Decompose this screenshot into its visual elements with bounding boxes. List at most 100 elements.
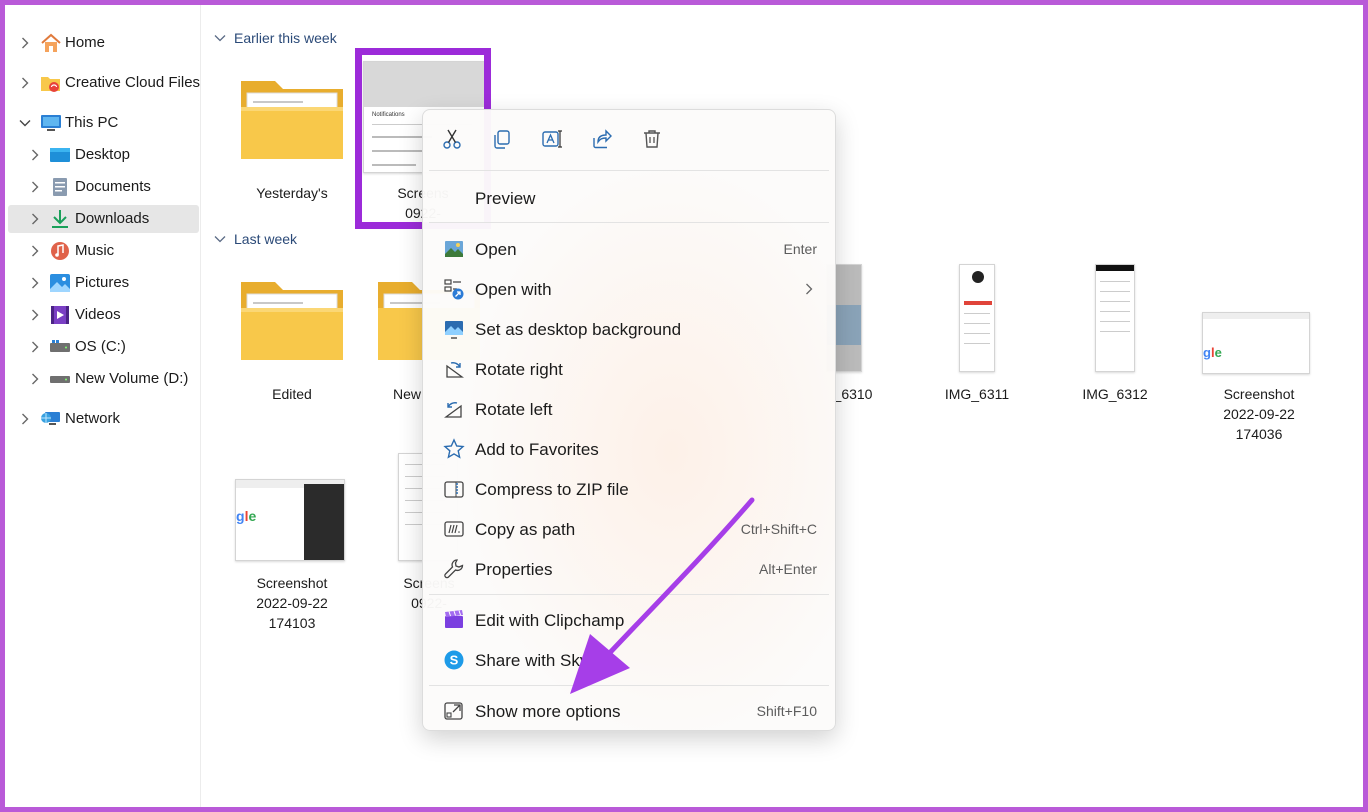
image-thumbnail: gle — [1202, 312, 1310, 374]
menu-item-label: Properties — [475, 560, 553, 579]
file-item-screenshot-174036[interactable]: gle Screenshot 2022-09-22 174036 — [1194, 264, 1324, 454]
file-name-line: Screenshot — [256, 575, 328, 591]
folder-icon — [239, 274, 345, 360]
navigation-pane: Home Creative Cloud Files This PC Deskto… — [5, 5, 201, 807]
sidebar-item-label: Videos — [75, 306, 121, 323]
chevron-right-icon[interactable] — [27, 371, 43, 387]
chevron-right-icon — [806, 283, 813, 295]
menu-item-rotate-left[interactable]: Rotate left — [429, 390, 831, 428]
chevron-right-icon[interactable] — [17, 411, 33, 427]
file-item-img-6311[interactable]: IMG_6311 — [912, 264, 1042, 414]
context-menu: Preview Open Enter Open with Set as desk… — [422, 109, 836, 731]
chevron-down-icon[interactable] — [17, 115, 33, 131]
sidebar-item-label: Music — [75, 242, 115, 259]
sidebar-item-label: Network — [65, 410, 121, 427]
cut-button[interactable] — [439, 126, 465, 152]
file-item-screenshot-174103[interactable]: gle Screenshot 2022-09-22 174103 — [227, 453, 357, 643]
sidebar-item-creative-cloud-files[interactable]: Creative Cloud Files — [13, 69, 201, 97]
menu-item-open[interactable]: Open Enter — [429, 230, 831, 268]
chevron-right-icon[interactable] — [27, 275, 43, 291]
menu-item-properties[interactable]: Properties Alt+Enter — [429, 550, 831, 588]
menu-item-show-more-options[interactable]: Show more options Shift+F10 — [429, 692, 831, 730]
menu-item-label: Show more options — [475, 702, 621, 721]
sidebar-item-new-volume-d[interactable]: New Volume (D:) — [23, 365, 201, 393]
menu-item-label: Rotate left — [475, 400, 553, 419]
skype-icon: S — [444, 650, 464, 670]
image-thumbnail — [959, 264, 995, 372]
chevron-down-icon[interactable] — [214, 34, 226, 42]
menu-item-label: Rotate right — [475, 360, 563, 379]
desktop-icon — [49, 145, 70, 165]
desktop-background-icon — [445, 321, 463, 339]
menu-item-copy-as-path[interactable]: Copy as path Ctrl+Shift+C — [429, 510, 831, 548]
menu-item-set-as-desktop-background[interactable]: Set as desktop background — [429, 310, 831, 348]
sidebar-item-home[interactable]: Home — [13, 29, 201, 57]
drive-icon — [49, 369, 70, 389]
delete-button[interactable] — [639, 126, 665, 152]
rotate-left-icon — [444, 402, 462, 418]
file-item-img-6312[interactable]: IMG_6312 — [1050, 264, 1180, 414]
chevron-right-icon[interactable] — [27, 179, 43, 195]
chevron-right-icon[interactable] — [27, 147, 43, 163]
sidebar-item-label: Pictures — [75, 274, 130, 291]
menu-item-shortcut: Alt+Enter — [759, 561, 817, 577]
sidebar-item-downloads[interactable]: Downloads — [8, 205, 199, 233]
file-name-label: IMG_6311 — [944, 386, 1010, 402]
chevron-right-icon[interactable] — [27, 211, 43, 227]
menu-item-share-with-skype[interactable]: S Share with Sky — [429, 641, 831, 679]
sidebar-item-videos[interactable]: Videos — [23, 301, 201, 329]
sidebar-item-label: New Volume (D:) — [75, 370, 189, 387]
sidebar-item-label: Home — [65, 34, 106, 51]
sidebar-item-label: OS (C:) — [75, 338, 126, 355]
menu-item-compress-to-zip[interactable]: Compress to ZIP file — [429, 470, 831, 508]
menu-item-label: Copy as path — [475, 520, 576, 539]
chevron-down-icon[interactable] — [214, 235, 226, 243]
network-icon — [40, 409, 60, 429]
sidebar-item-pictures[interactable]: Pictures — [23, 269, 201, 297]
sidebar-item-desktop[interactable]: Desktop — [23, 141, 201, 169]
menu-item-open-with[interactable]: Open with — [429, 270, 831, 308]
sidebar-item-documents[interactable]: Documents — [23, 173, 201, 201]
group-header-label: Last week — [234, 231, 298, 247]
menu-item-label: Edit with Clipchamp — [475, 611, 625, 630]
menu-separator — [429, 685, 829, 686]
menu-item-edit-with-clipchamp[interactable]: Edit with Clipchamp — [429, 601, 831, 639]
menu-item-rotate-right[interactable]: Rotate right — [429, 350, 831, 388]
folder-item[interactable]: Edited — [227, 264, 357, 414]
menu-item-shortcut: Shift+F10 — [756, 703, 817, 719]
file-explorer-window: Home Creative Cloud Files This PC Deskto… — [5, 5, 1363, 807]
chevron-right-icon[interactable] — [17, 35, 33, 51]
group-header-earlier-this-week[interactable]: Earlier this week — [214, 30, 337, 46]
sidebar-item-network[interactable]: Network — [13, 405, 201, 433]
menu-item-preview[interactable]: Preview — [429, 179, 831, 217]
folder-item[interactable]: Yesterday's — [227, 63, 357, 213]
creative-cloud-folder-icon — [40, 73, 60, 93]
folder-icon — [239, 73, 345, 159]
copy-button[interactable] — [489, 126, 515, 152]
cut-icon — [443, 129, 461, 149]
menu-item-label: Share with Sky — [475, 651, 589, 670]
downloads-icon — [49, 209, 69, 229]
file-name-label: Edited — [272, 386, 312, 402]
sidebar-item-this-pc[interactable]: This PC — [13, 109, 201, 137]
computer-icon — [40, 113, 61, 133]
home-icon — [40, 33, 61, 53]
chevron-right-icon[interactable] — [27, 307, 43, 323]
star-icon — [443, 438, 465, 459]
rename-button[interactable] — [539, 126, 565, 152]
sidebar-item-label: Creative Cloud Files — [65, 74, 201, 91]
chevron-right-icon[interactable] — [27, 243, 43, 259]
sidebar-item-os-c[interactable]: OS (C:) — [23, 333, 201, 361]
sidebar-item-music[interactable]: Music — [23, 237, 201, 265]
file-name-label: IMG_6312 — [1082, 386, 1148, 402]
menu-item-add-to-favorites[interactable]: Add to Favorites — [429, 430, 831, 468]
group-header-last-week[interactable]: Last week — [214, 231, 297, 247]
chevron-right-icon[interactable] — [27, 339, 43, 355]
chevron-right-icon[interactable] — [17, 75, 33, 91]
share-button[interactable] — [589, 126, 615, 152]
file-name-line: 2022-09-22 — [1223, 406, 1295, 422]
image-thumbnail: gle — [235, 479, 345, 561]
file-name-line: 174036 — [1235, 426, 1283, 442]
menu-item-label: Set as desktop background — [475, 320, 682, 339]
videos-icon — [49, 305, 69, 325]
